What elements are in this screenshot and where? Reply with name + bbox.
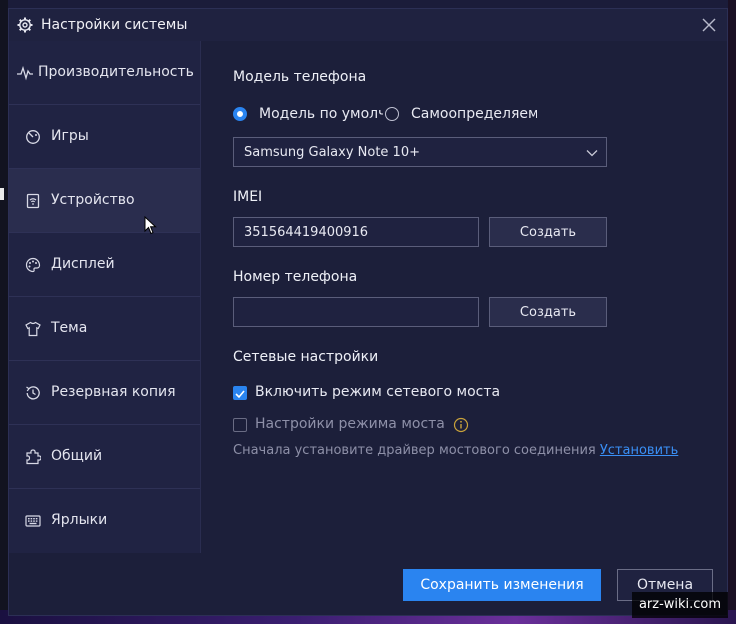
keyboard-icon <box>25 515 41 527</box>
shirt-icon <box>25 321 41 337</box>
save-changes-button[interactable]: Сохранить изменения <box>403 569 601 601</box>
sidebar: Производительность Игры Устройство Диспл… <box>9 41 201 553</box>
imei-input[interactable] <box>233 217 479 247</box>
sidebar-item-performance[interactable]: Производительность <box>9 41 200 105</box>
bridge-mode-checkbox[interactable]: Включить режим сетевого моста <box>233 383 500 403</box>
sidebar-item-games[interactable]: Игры <box>9 105 200 169</box>
background-right <box>728 0 736 624</box>
radio-default-model[interactable]: Модель по умолч <box>233 105 383 125</box>
mouse-cursor-icon <box>144 216 157 235</box>
dialog-footer: Сохранить изменения Отмена <box>9 553 727 615</box>
sidebar-item-label: Общий <box>51 448 103 464</box>
close-icon[interactable] <box>697 13 721 37</box>
chevron-down-icon <box>586 150 598 157</box>
sidebar-item-device[interactable]: Устройство <box>9 169 200 233</box>
phone-number-input[interactable] <box>233 297 479 327</box>
sidebar-item-shortcuts[interactable]: Ярлыки <box>9 489 200 552</box>
phone-model-heading: Модель телефона <box>233 69 367 85</box>
sidebar-item-label: Тема <box>51 320 88 336</box>
checkbox-unchecked <box>233 418 247 432</box>
sidebar-item-display[interactable]: Дисплей <box>9 233 200 297</box>
imei-heading: IMEI <box>233 189 263 205</box>
bridge-mode-label: Включить режим сетевого моста <box>255 384 501 400</box>
generate-imei-button[interactable]: Создать <box>489 217 607 247</box>
sidebar-item-backup[interactable]: Резервная копия <box>9 361 200 425</box>
radio-default-model-label: Модель по умолч <box>259 106 383 122</box>
sidebar-item-general[interactable]: Общий <box>9 425 200 489</box>
puzzle-icon <box>26 449 41 465</box>
generate-phone-number-button[interactable]: Создать <box>489 297 607 327</box>
install-driver-link[interactable]: Установить <box>600 443 678 458</box>
gamepad-icon <box>26 130 40 144</box>
network-settings-heading: Сетевые настройки <box>233 349 379 365</box>
background-mark <box>0 188 4 200</box>
hint-text: Сначала установите драйвер мостового сое… <box>233 443 596 458</box>
device-icon <box>26 193 40 209</box>
pulse-icon <box>17 65 33 81</box>
window-title: Настройки системы <box>41 17 188 33</box>
settings-dialog: Настройки системы Производительность Игр… <box>8 8 728 616</box>
background-left <box>0 0 8 624</box>
sidebar-item-label: Резервная копия <box>51 384 176 400</box>
bridge-settings-label: Настройки режима моста <box>255 416 445 432</box>
checkmark-icon <box>235 390 245 399</box>
sidebar-item-label: Дисплей <box>51 256 115 272</box>
sidebar-item-label: Ярлыки <box>51 512 108 528</box>
sidebar-item-label: Производительность <box>38 64 194 80</box>
phone-number-heading: Номер телефона <box>233 269 358 285</box>
sidebar-item-theme[interactable]: Тема <box>9 297 200 361</box>
bridge-settings-checkbox[interactable]: Настройки режима моста <box>233 415 445 435</box>
radio-custom-model[interactable]: Самоопределяемі <box>385 105 545 125</box>
checkbox-checked <box>233 386 247 400</box>
radio-custom-model-label: Самоопределяемі <box>411 106 537 122</box>
bridge-driver-hint: Сначала установите драйвер мостового сое… <box>233 443 678 458</box>
history-icon <box>26 386 40 400</box>
phone-model-dropdown[interactable]: Samsung Galaxy Note 10+ <box>233 137 607 167</box>
sidebar-item-label: Игры <box>51 128 89 144</box>
title-bar: Настройки системы <box>9 9 727 41</box>
radio-unselected-dot <box>385 107 399 121</box>
device-settings-panel: Модель телефона Модель по умолч Самоопре… <box>201 41 727 553</box>
info-icon[interactable] <box>453 417 469 433</box>
watermark: arz-wiki.com <box>632 592 728 618</box>
sidebar-item-label: Устройство <box>51 192 135 208</box>
phone-model-dropdown-value: Samsung Galaxy Note 10+ <box>244 145 420 160</box>
gear-icon <box>17 17 33 33</box>
palette-icon <box>25 257 41 273</box>
radio-selected-dot <box>233 107 247 121</box>
